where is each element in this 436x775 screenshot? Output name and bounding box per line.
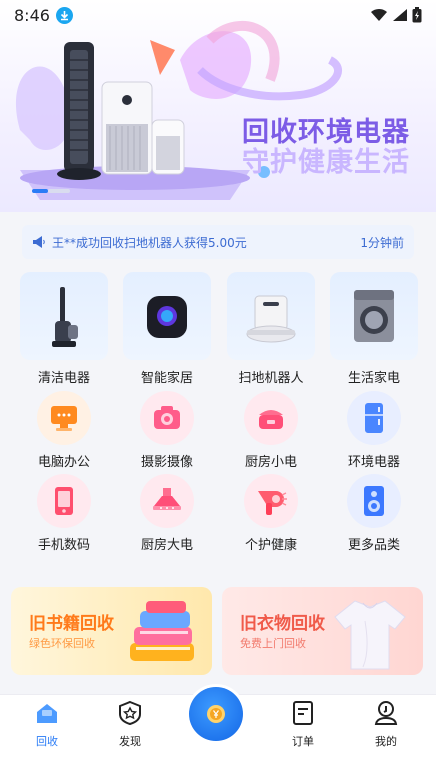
camera-icon bbox=[154, 406, 180, 429]
icon-circle bbox=[347, 474, 401, 528]
category-label: 厨房大电 bbox=[140, 538, 193, 553]
category-more[interactable]: 更多品类 bbox=[329, 474, 419, 553]
hero-illustration bbox=[15, 20, 342, 200]
category-label: 电脑办公 bbox=[37, 455, 90, 470]
category-smart-home[interactable]: 智能家居 bbox=[122, 272, 212, 386]
range-hood-icon bbox=[153, 488, 181, 510]
tab-recycle[interactable]: 回收 bbox=[17, 700, 77, 749]
category-label: 更多品类 bbox=[347, 538, 400, 553]
category-label: 环境电器 bbox=[347, 455, 400, 470]
icon-circle bbox=[140, 474, 194, 528]
category-robot-vacuum[interactable]: 扫地机器人 bbox=[226, 272, 316, 386]
notice-message: 王**成功回收扫地机器人获得5.00元 bbox=[52, 235, 247, 250]
category-label: 摄影摄像 bbox=[140, 455, 193, 470]
robot-vacuum-icon bbox=[246, 295, 296, 343]
icon-circle bbox=[244, 474, 298, 528]
download-icon bbox=[55, 6, 73, 24]
hair-dryer-icon bbox=[258, 491, 287, 515]
category-cleaning[interactable]: 清洁电器 bbox=[19, 272, 109, 386]
category-computer-office[interactable]: 电脑办公 bbox=[19, 391, 109, 470]
yen-coin-icon bbox=[207, 705, 225, 723]
shirt-icon bbox=[334, 600, 406, 670]
wifi-icon bbox=[371, 8, 387, 21]
banner-subtitle: 绿色环保回收 bbox=[29, 637, 95, 650]
category-card bbox=[227, 272, 315, 360]
signal-icon bbox=[393, 9, 407, 21]
category-card bbox=[330, 272, 418, 360]
rice-cooker-icon bbox=[259, 410, 283, 429]
tab-label: 我的 bbox=[375, 735, 397, 748]
banner-book-recycle[interactable]: 旧书籍回收 绿色环保回收 bbox=[11, 587, 212, 675]
banner-subtitle: 免费上门回收 bbox=[240, 637, 306, 650]
hero-subtitle: 守护健康生活 bbox=[242, 147, 410, 178]
category-personal-care[interactable]: 个护健康 bbox=[226, 474, 316, 553]
category-photography[interactable]: 摄影摄像 bbox=[122, 391, 212, 470]
category-environment[interactable]: 环境电器 bbox=[329, 391, 419, 470]
tab-label: 订单 bbox=[292, 735, 314, 748]
books-icon bbox=[130, 601, 194, 661]
order-icon bbox=[293, 701, 313, 725]
category-kitchen-large[interactable]: 厨房大电 bbox=[122, 474, 212, 553]
carousel-dot bbox=[48, 189, 70, 193]
megaphone-icon bbox=[33, 236, 45, 248]
icon-circle bbox=[347, 391, 401, 445]
computer-icon bbox=[51, 406, 77, 431]
category-card bbox=[123, 272, 211, 360]
category-label: 生活家电 bbox=[347, 371, 400, 386]
washing-machine-icon bbox=[354, 290, 394, 342]
tab-orders[interactable]: 订单 bbox=[273, 700, 333, 749]
recycle-notice-bar[interactable]: 王**成功回收扫地机器人获得5.00元 1分钟前 bbox=[22, 225, 414, 259]
category-card bbox=[20, 272, 108, 360]
phone-icon bbox=[55, 487, 73, 515]
app-screen: 回收环境电器 守护健康生活 8:46 王**成功回收扫地机器人获得5.00元 1… bbox=[0, 0, 436, 775]
smart-speaker-icon bbox=[147, 296, 187, 338]
discover-icon bbox=[119, 700, 141, 726]
profile-icon bbox=[374, 701, 398, 725]
tab-label: 回收 bbox=[36, 735, 58, 748]
carousel-indicator bbox=[32, 189, 70, 193]
carousel-dot-active bbox=[32, 189, 48, 193]
banner-clothes-recycle[interactable]: 旧衣物回收 免费上门回收 bbox=[222, 587, 423, 675]
banner-title: 旧衣物回收 bbox=[240, 614, 325, 634]
category-home-appliance[interactable]: 生活家电 bbox=[329, 272, 419, 386]
hero-banner[interactable]: 回收环境电器 守护健康生活 bbox=[0, 0, 436, 212]
status-time: 8:46 bbox=[14, 5, 50, 25]
tab-label: 发现 bbox=[119, 735, 141, 748]
center-button-inner bbox=[189, 687, 243, 741]
icon-circle bbox=[37, 391, 91, 445]
speaker-icon bbox=[364, 486, 384, 516]
tab-profile[interactable]: 我的 bbox=[356, 700, 416, 749]
category-label: 扫地机器人 bbox=[238, 371, 304, 386]
battery-icon bbox=[412, 7, 422, 23]
icon-circle bbox=[244, 391, 298, 445]
notice-time: 1分钟前 bbox=[360, 235, 404, 250]
category-label: 清洁电器 bbox=[37, 371, 90, 386]
category-label: 智能家居 bbox=[140, 371, 193, 386]
status-bar: 8:46 bbox=[0, 0, 436, 30]
icon-circle bbox=[37, 474, 91, 528]
icon-circle bbox=[140, 391, 194, 445]
fridge-icon bbox=[365, 403, 383, 433]
category-label: 手机数码 bbox=[37, 538, 90, 553]
recycle-home-icon bbox=[37, 704, 57, 723]
banner-title: 旧书籍回收 bbox=[29, 614, 114, 634]
category-label: 个护健康 bbox=[244, 538, 297, 553]
category-label: 厨房小电 bbox=[244, 455, 297, 470]
vacuum-icon bbox=[52, 287, 78, 347]
center-recycle-button[interactable] bbox=[186, 684, 246, 744]
category-kitchen-small[interactable]: 厨房小电 bbox=[226, 391, 316, 470]
category-phone-digital[interactable]: 手机数码 bbox=[19, 474, 109, 553]
tab-discover[interactable]: 发现 bbox=[100, 700, 160, 749]
